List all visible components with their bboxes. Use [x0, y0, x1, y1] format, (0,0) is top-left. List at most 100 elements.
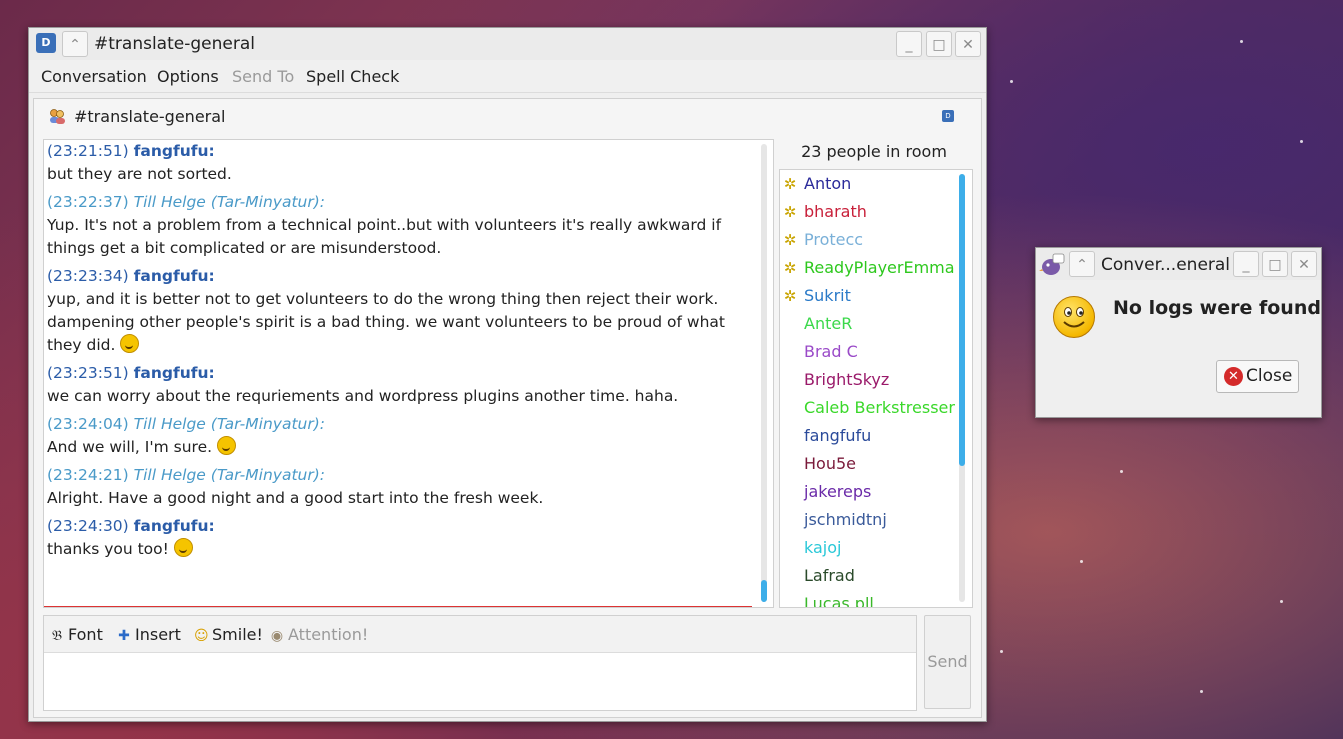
message-input-area: 𝔅 Font ✚ Insert ☺ Smile! ◉ Attention! — [43, 615, 917, 711]
account-icon[interactable]: D — [942, 110, 954, 122]
dialog-keep-above-button[interactable]: ⌃ — [1069, 251, 1095, 277]
message-timestamp: (23:24:04) — [47, 415, 129, 433]
message-timestamp: (23:21:51) — [47, 142, 129, 160]
chat-room-icon — [50, 109, 65, 124]
message-header: (23:24:04) Till Helge (Tar-Minyatur): — [44, 413, 755, 436]
message-body: Alright. Have a good night and a good st… — [47, 489, 544, 507]
message-body: we can worry about the requriements and … — [47, 387, 679, 405]
font-button[interactable]: 𝔅 Font — [50, 625, 103, 644]
keep-above-button[interactable]: ⌃ — [62, 31, 88, 57]
user-name: Hou5e — [804, 454, 856, 473]
message-timestamp: (23:23:51) — [47, 364, 129, 382]
dialog-message: No logs were found — [1113, 297, 1321, 319]
insert-label: Insert — [135, 625, 181, 644]
user-name: Protecc — [804, 230, 864, 249]
chat-scrollbar-thumb[interactable] — [761, 580, 767, 602]
message-timestamp: (23:24:21) — [47, 466, 129, 484]
dialog-close-x-button[interactable]: ✕ — [1291, 251, 1317, 277]
operator-star-icon: ✲ — [783, 287, 797, 305]
emoticon-icon — [120, 334, 140, 353]
user-list[interactable]: ✲ Anton ✲ bharath ✲ Protecc ✲ ReadyPlayerEmma ✲ S… — [779, 169, 973, 608]
user-name: kajoj — [804, 538, 842, 557]
dialog-title-bar[interactable]: ⌃ Conver...eneral _ □ ✕ — [1036, 248, 1321, 280]
dialog-maximize-button[interactable]: □ — [1262, 251, 1288, 277]
window-title: #translate-general — [94, 34, 255, 54]
message-sender[interactable]: fangfufu: — [134, 142, 215, 160]
dialog-title: Conver...eneral — [1101, 255, 1231, 275]
close-label: Close — [1246, 366, 1293, 386]
user-name: fangfufu — [804, 426, 872, 445]
insert-button[interactable]: ✚ Insert — [117, 625, 181, 644]
message-text: Alright. Have a good night and a good st… — [44, 487, 755, 510]
send-button[interactable]: Send — [924, 615, 971, 709]
conversation-window: D ⌃ #translate-general _ □ ✕ Conversatio… — [28, 27, 987, 722]
no-logs-dialog: ⌃ Conver...eneral _ □ ✕ No logs were fou… — [1035, 247, 1322, 418]
user-list-scrollbar[interactable] — [959, 174, 965, 602]
user-name: jschmidtnj — [804, 510, 887, 529]
message-header: (23:22:37) Till Helge (Tar-Minyatur): — [44, 191, 755, 214]
smiley-icon — [1053, 296, 1095, 338]
smiley-icon: ☺ — [194, 628, 209, 644]
pidgin-bird-icon[interactable] — [1039, 252, 1065, 276]
user-name: Brad C — [804, 342, 858, 361]
close-button[interactable]: ✕ Close — [1216, 360, 1299, 393]
message-text: thanks you too! — [44, 538, 755, 561]
emoticon-icon — [216, 436, 236, 455]
message-body: yup, and it is better not to get volunte… — [47, 290, 725, 354]
menu-spell-check[interactable]: Spell Check — [306, 67, 399, 86]
menu-send-to[interactable]: Send To — [232, 67, 294, 86]
message-sender[interactable]: Till Helge (Tar-Minyatur): — [134, 193, 325, 211]
message-header: (23:23:51) fangfufu: — [44, 362, 755, 385]
message-timestamp: (23:24:30) — [47, 517, 129, 535]
chat-scrollbar[interactable] — [761, 144, 767, 602]
chat-log[interactable]: (23:21:51) fangfufu: but they are not sor… — [43, 139, 774, 608]
user-name: Lafrad — [804, 566, 855, 585]
message-timestamp: (23:22:37) — [47, 193, 129, 211]
minimize-button[interactable]: _ — [896, 31, 922, 57]
insert-plus-icon: ✚ — [118, 628, 130, 644]
emoticon-icon — [173, 538, 193, 557]
message-sender[interactable]: fangfufu: — [134, 364, 215, 382]
message-text: but they are not sorted. — [44, 163, 755, 186]
operator-star-icon: ✲ — [783, 203, 797, 221]
message-body: but they are not sorted. — [47, 165, 232, 183]
user-name: Caleb Berkstresser — [804, 398, 955, 417]
message-sender[interactable]: fangfufu: — [134, 517, 215, 535]
attention-button[interactable]: ◉ Attention! — [270, 625, 368, 644]
user-name: jakereps — [804, 482, 872, 501]
user-name: Anton — [804, 174, 852, 193]
people-count: 23 people in room — [801, 142, 947, 161]
title-bar[interactable]: D ⌃ #translate-general _ □ ✕ — [29, 28, 986, 60]
message-sender[interactable]: Till Helge (Tar-Minyatur): — [134, 466, 325, 484]
close-icon: ✕ — [1224, 367, 1243, 386]
message-text-field[interactable] — [44, 653, 916, 710]
message-body: Yup. It's not a problem from a technical… — [47, 216, 722, 257]
pidgin-app-icon[interactable]: D — [36, 33, 56, 53]
operator-star-icon: ✲ — [783, 175, 797, 193]
user-name: ReadyPlayerEmma — [804, 258, 955, 277]
message-body: And we will, I'm sure. — [47, 438, 213, 456]
message-header: (23:24:30) fangfufu: — [44, 515, 755, 538]
message-header: (23:21:51) fangfufu: — [44, 140, 755, 163]
font-label: Font — [68, 625, 103, 644]
maximize-button[interactable]: □ — [926, 31, 952, 57]
user-list-scrollbar-thumb[interactable] — [959, 174, 965, 466]
user-name: bharath — [804, 202, 867, 221]
message-sender[interactable]: fangfufu: — [134, 267, 215, 285]
operator-star-icon: ✲ — [783, 259, 797, 277]
message-text: Yup. It's not a problem from a technical… — [44, 214, 755, 260]
smile-button[interactable]: ☺ Smile! — [194, 625, 263, 644]
conversation-title: #translate-general — [74, 107, 226, 126]
close-window-button[interactable]: ✕ — [955, 31, 981, 57]
message-text: we can worry about the requriements and … — [44, 385, 755, 408]
menu-conversation[interactable]: Conversation — [41, 67, 147, 86]
message-text: And we will, I'm sure. — [44, 436, 755, 459]
smile-label: Smile! — [212, 625, 263, 644]
conversation-pane: #translate-general D (23:21:51) fangfufu… — [33, 98, 982, 718]
attention-icon: ◉ — [270, 628, 284, 644]
menu-options[interactable]: Options — [157, 67, 219, 86]
message-header: (23:23:34) fangfufu: — [44, 265, 755, 288]
message-sender[interactable]: Till Helge (Tar-Minyatur): — [134, 415, 325, 433]
menu-bar: Conversation Options Send To Spell Check — [29, 60, 986, 93]
dialog-minimize-button[interactable]: _ — [1233, 251, 1259, 277]
